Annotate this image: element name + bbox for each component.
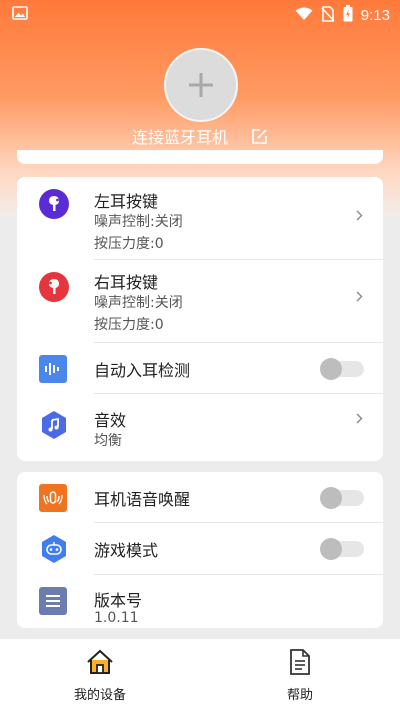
toggle-knob: [320, 358, 342, 380]
status-bar: 9:13: [0, 0, 400, 28]
bottom-navigation: 我的设备 帮助: [0, 639, 400, 711]
sound-effect-title: 音效: [94, 411, 127, 430]
chevron-right-icon: [356, 290, 363, 306]
document-icon: [286, 648, 314, 680]
right-key-title: 右耳按键: [94, 273, 159, 292]
version-row: 版本号 1.0.11: [17, 575, 383, 628]
settings-card-1: 左耳按键 噪声控制:关闭 按压力度:0 右耳按键 噪声控制:关闭 按压力度:0 …: [17, 177, 383, 461]
game-mode-row: 游戏模式: [17, 523, 383, 574]
left-key-title: 左耳按键: [94, 192, 159, 211]
nav-help[interactable]: 帮助: [200, 639, 400, 711]
voice-wake-row: 耳机语音唤醒: [17, 472, 383, 522]
sound-effect-row[interactable]: 音效 均衡: [17, 394, 383, 461]
right-key-noise: 噪声控制:关闭: [94, 295, 183, 311]
wifi-icon: [295, 7, 313, 25]
left-key-noise: 噪声控制:关闭: [94, 214, 183, 230]
device-card-bottom-edge: [17, 150, 383, 164]
version-title: 版本号: [94, 591, 143, 610]
auto-ear-detect-toggle[interactable]: [320, 358, 364, 380]
image-notification-icon: [12, 6, 28, 24]
battery-charging-icon: [343, 5, 353, 26]
edit-icon[interactable]: [251, 128, 268, 149]
toggle-knob: [320, 487, 342, 509]
left-key-row[interactable]: 左耳按键 噪声控制:关闭 按压力度:0: [17, 177, 383, 259]
right-key-row[interactable]: 右耳按键 噪声控制:关闭 按压力度:0: [17, 260, 383, 342]
right-earbud-icon: [39, 272, 69, 306]
home-icon: [86, 648, 114, 680]
chevron-right-icon: [356, 412, 363, 428]
version-value: 1.0.11: [94, 610, 139, 626]
add-device-button[interactable]: [164, 48, 238, 122]
left-key-pressure: 按压力度:0: [94, 236, 164, 252]
audio-wave-icon: [39, 355, 67, 387]
document-lines-icon: [39, 587, 67, 619]
nav-help-label: 帮助: [286, 688, 313, 703]
voice-wake-toggle[interactable]: [320, 487, 364, 509]
right-key-pressure: 按压力度:0: [94, 317, 164, 333]
voice-wake-icon: [39, 484, 67, 516]
no-sim-icon: [321, 5, 335, 26]
voice-wake-title: 耳机语音唤醒: [94, 490, 191, 509]
chevron-right-icon: [356, 209, 363, 225]
sound-effect-value: 均衡: [94, 433, 122, 449]
game-mode-title: 游戏模式: [94, 541, 159, 560]
connect-bluetooth-row[interactable]: 连接蓝牙耳机: [0, 124, 400, 149]
game-controller-icon: [39, 534, 69, 568]
toggle-knob: [320, 538, 342, 560]
game-mode-toggle[interactable]: [320, 538, 364, 560]
nav-my-device-label: 我的设备: [73, 688, 126, 703]
auto-ear-detect-title: 自动入耳检测: [94, 361, 191, 380]
status-time: 9:13: [360, 7, 390, 24]
plus-icon: [189, 73, 213, 97]
settings-card-2: 耳机语音唤醒 游戏模式 版本号 1.0.11: [17, 472, 383, 628]
nav-my-device[interactable]: 我的设备: [0, 639, 200, 711]
music-note-icon: [39, 410, 69, 444]
left-earbud-icon: [39, 189, 69, 223]
connect-label: 连接蓝牙耳机: [131, 128, 228, 147]
auto-ear-detect-row: 自动入耳检测: [17, 343, 383, 393]
